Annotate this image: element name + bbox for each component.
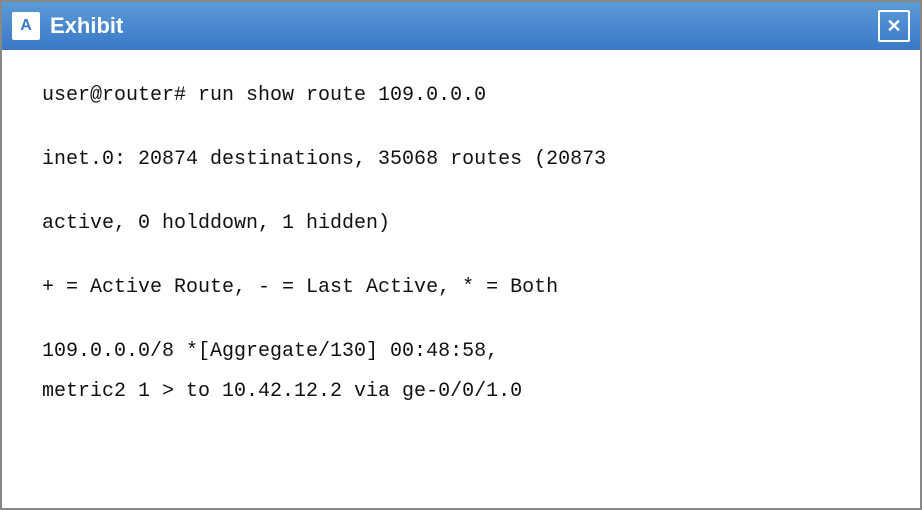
terminal-line-5: 109.0.0.0/8 *[Aggregate/130] 00:48:58, [42,336,880,368]
exhibit-icon: A [12,12,40,40]
title-bar: A Exhibit ✕ [2,2,920,50]
title-bar-left: A Exhibit [12,12,123,40]
blank-line-3 [42,248,880,272]
window-title: Exhibit [50,13,123,39]
terminal-content: user@router# run show route 109.0.0.0 in… [2,50,920,508]
terminal-line-3: active, 0 holddown, 1 hidden) [42,208,880,240]
close-button[interactable]: ✕ [878,10,910,42]
terminal-line-6: metric2 1 > to 10.42.12.2 via ge-0/0/1.0 [42,376,880,408]
blank-line-4 [42,312,880,336]
blank-line-1 [42,120,880,144]
terminal-line-1: user@router# run show route 109.0.0.0 [42,80,880,112]
terminal-line-4: + = Active Route, - = Last Active, * = B… [42,272,880,304]
terminal-line-2: inet.0: 20874 destinations, 35068 routes… [42,144,880,176]
blank-line-2 [42,184,880,208]
exhibit-window: A Exhibit ✕ user@router# run show route … [0,0,922,510]
